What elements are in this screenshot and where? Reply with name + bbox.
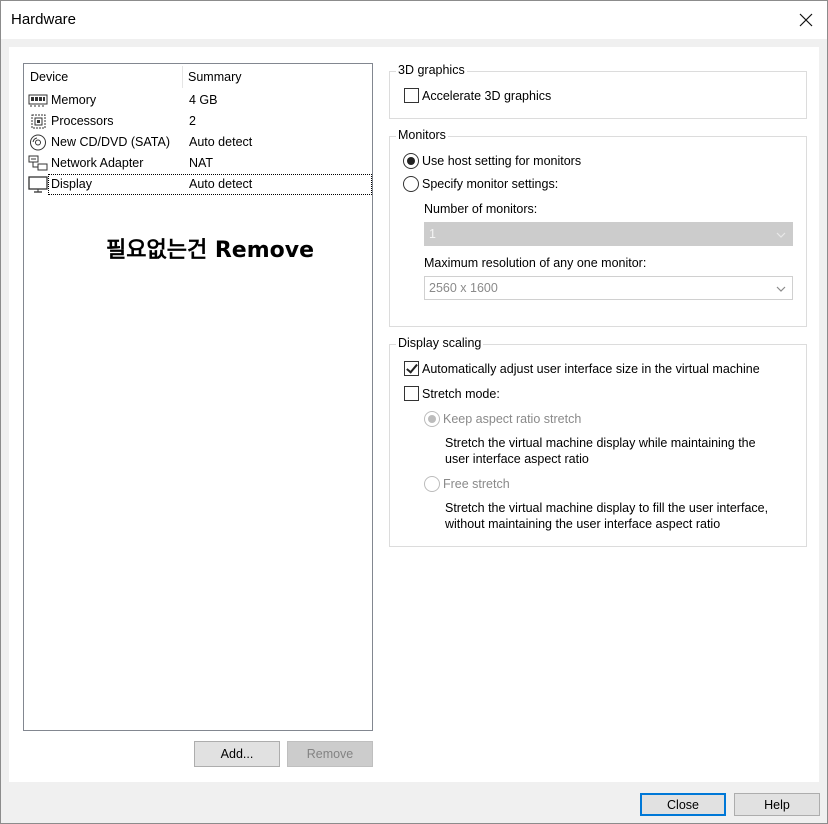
group-legend-3d-graphics: 3D graphics: [396, 63, 467, 77]
device-name: Network Adapter: [51, 156, 144, 170]
list-header: Device Summary: [24, 64, 372, 90]
keep-aspect-radio[interactable]: [424, 411, 440, 427]
device-list[interactable]: Device Summary Memory 4 GB Processors 2: [23, 63, 373, 731]
title-bar: Hardware: [1, 1, 827, 39]
dialog-content: Device Summary Memory 4 GB Processors 2: [9, 47, 819, 782]
keep-aspect-description-1: Stretch the virtual machine display whil…: [445, 436, 756, 450]
free-stretch-label[interactable]: Free stretch: [443, 477, 510, 491]
cd-dvd-icon: [28, 134, 48, 151]
free-stretch-radio[interactable]: [424, 476, 440, 492]
close-icon[interactable]: [793, 7, 819, 33]
auto-adjust-checkbox[interactable]: [404, 361, 419, 376]
group-display-scaling: Display scaling Automatically adjust use…: [389, 336, 807, 547]
device-summary: NAT: [189, 156, 214, 170]
max-resolution-value: 2560 x 1600: [429, 281, 498, 295]
device-summary: Auto detect: [189, 135, 253, 149]
specify-monitors-label[interactable]: Specify monitor settings:: [422, 177, 558, 191]
max-resolution-label: Maximum resolution of any one monitor:: [424, 256, 647, 270]
column-header-device[interactable]: Device: [30, 70, 68, 84]
group-monitors: Monitors Use host setting for monitors S…: [389, 128, 807, 327]
annotation-text: 필요없는건 Remove: [106, 238, 315, 263]
stretch-mode-checkbox[interactable]: [404, 386, 419, 401]
close-button[interactable]: Close: [640, 793, 726, 816]
use-host-monitors-radio[interactable]: [403, 153, 419, 169]
max-resolution-select[interactable]: 2560 x 1600: [424, 276, 793, 300]
keep-aspect-description-2: user interface aspect ratio: [445, 452, 589, 466]
device-summary: 2: [189, 114, 196, 128]
device-name: New CD/DVD (SATA): [51, 135, 170, 149]
specify-monitors-radio[interactable]: [403, 176, 419, 192]
stretch-mode-label[interactable]: Stretch mode:: [422, 387, 500, 401]
device-summary: Auto detect: [189, 177, 253, 191]
device-name: Memory: [51, 93, 97, 107]
window-title: Hardware: [11, 11, 77, 28]
column-header-summary[interactable]: Summary: [188, 70, 241, 84]
device-row-network-adapter[interactable]: Network Adapter NAT: [26, 153, 372, 174]
display-icon: [28, 176, 48, 193]
group-legend-display-scaling: Display scaling: [396, 336, 484, 350]
accelerate-3d-checkbox[interactable]: [404, 88, 419, 103]
help-button[interactable]: Help: [734, 793, 820, 816]
device-name: Processors: [51, 114, 114, 128]
number-of-monitors-select[interactable]: 1: [424, 222, 793, 246]
device-row-display[interactable]: Display Auto detect: [26, 174, 372, 195]
device-row-memory[interactable]: Memory 4 GB: [26, 90, 372, 111]
processor-icon: [28, 113, 48, 130]
remove-button[interactable]: Remove: [287, 741, 373, 767]
keep-aspect-label[interactable]: Keep aspect ratio stretch: [443, 412, 581, 426]
add-button[interactable]: Add...: [194, 741, 280, 767]
column-separator[interactable]: [182, 66, 183, 88]
use-host-monitors-label[interactable]: Use host setting for monitors: [422, 154, 581, 168]
number-of-monitors-label: Number of monitors:: [424, 202, 538, 216]
free-stretch-description-2: without maintaining the user interface a…: [445, 517, 721, 531]
memory-icon: [28, 92, 48, 109]
group-legend-monitors: Monitors: [396, 128, 448, 142]
number-of-monitors-value: 1: [429, 227, 436, 241]
hardware-dialog: Hardware Device Summary Memory 4 GB Proc…: [0, 0, 828, 824]
device-row-processors[interactable]: Processors 2: [26, 111, 372, 132]
network-adapter-icon: [28, 155, 48, 172]
accelerate-3d-label[interactable]: Accelerate 3D graphics: [422, 89, 551, 103]
chevron-down-icon: [776, 283, 786, 293]
auto-adjust-label[interactable]: Automatically adjust user interface size…: [422, 362, 760, 376]
chevron-down-icon: [776, 229, 786, 239]
device-name: Display: [51, 177, 92, 191]
device-summary: 4 GB: [189, 93, 218, 107]
group-3d-graphics: 3D graphics Accelerate 3D graphics: [389, 63, 807, 119]
device-row-cd-dvd[interactable]: New CD/DVD (SATA) Auto detect: [26, 132, 372, 153]
free-stretch-description-1: Stretch the virtual machine display to f…: [445, 501, 769, 515]
